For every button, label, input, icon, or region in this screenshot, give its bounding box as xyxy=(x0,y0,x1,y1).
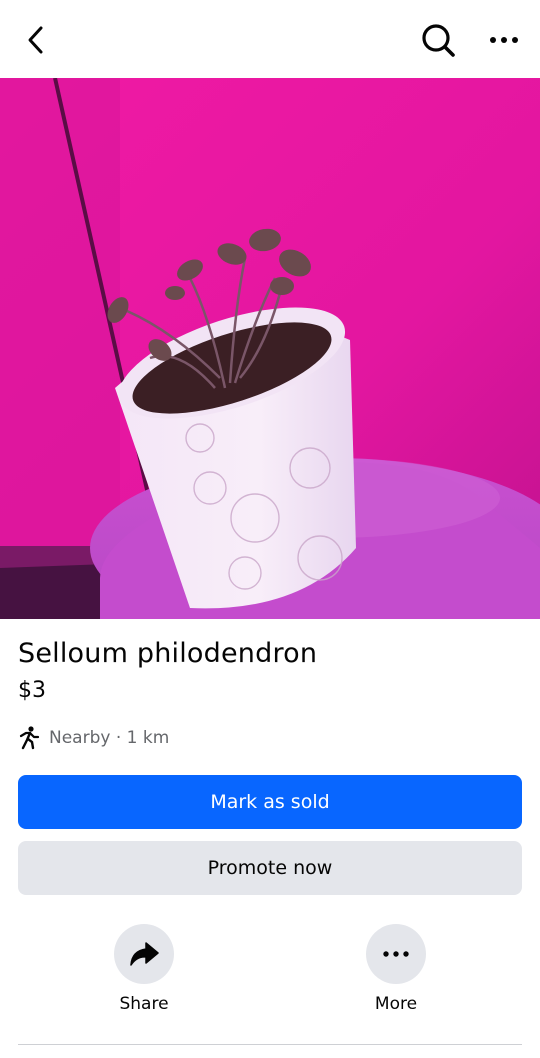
share-circle[interactable] xyxy=(114,924,174,984)
share-label: Share xyxy=(119,994,169,1014)
promote-now-button[interactable]: Promote now xyxy=(18,841,522,895)
mark-as-sold-button[interactable]: Mark as sold xyxy=(18,775,522,829)
chevron-left-icon xyxy=(28,26,43,54)
share-arrow-icon xyxy=(130,942,159,966)
search-button[interactable] xyxy=(414,16,462,64)
back-button[interactable] xyxy=(14,18,58,62)
share-button[interactable]: Share xyxy=(84,924,204,1014)
more-label: More xyxy=(374,994,418,1014)
listing-title: Selloum philodendron xyxy=(18,638,318,669)
ellipsis-icon xyxy=(383,951,409,957)
more-options-button[interactable] xyxy=(482,18,526,62)
top-bar xyxy=(0,0,540,78)
listing-price: $3 xyxy=(18,678,46,703)
location-row: Nearby · 1 km xyxy=(18,724,169,752)
ellipsis-icon xyxy=(490,37,518,43)
more-button[interactable]: More xyxy=(336,924,456,1014)
walking-person-icon xyxy=(18,726,42,750)
plant-photo-image xyxy=(0,78,540,619)
divider xyxy=(18,1044,522,1045)
search-icon xyxy=(422,24,455,57)
location-text: Nearby · 1 km xyxy=(49,728,170,748)
listing-photo[interactable] xyxy=(0,78,540,619)
more-circle[interactable] xyxy=(366,924,426,984)
